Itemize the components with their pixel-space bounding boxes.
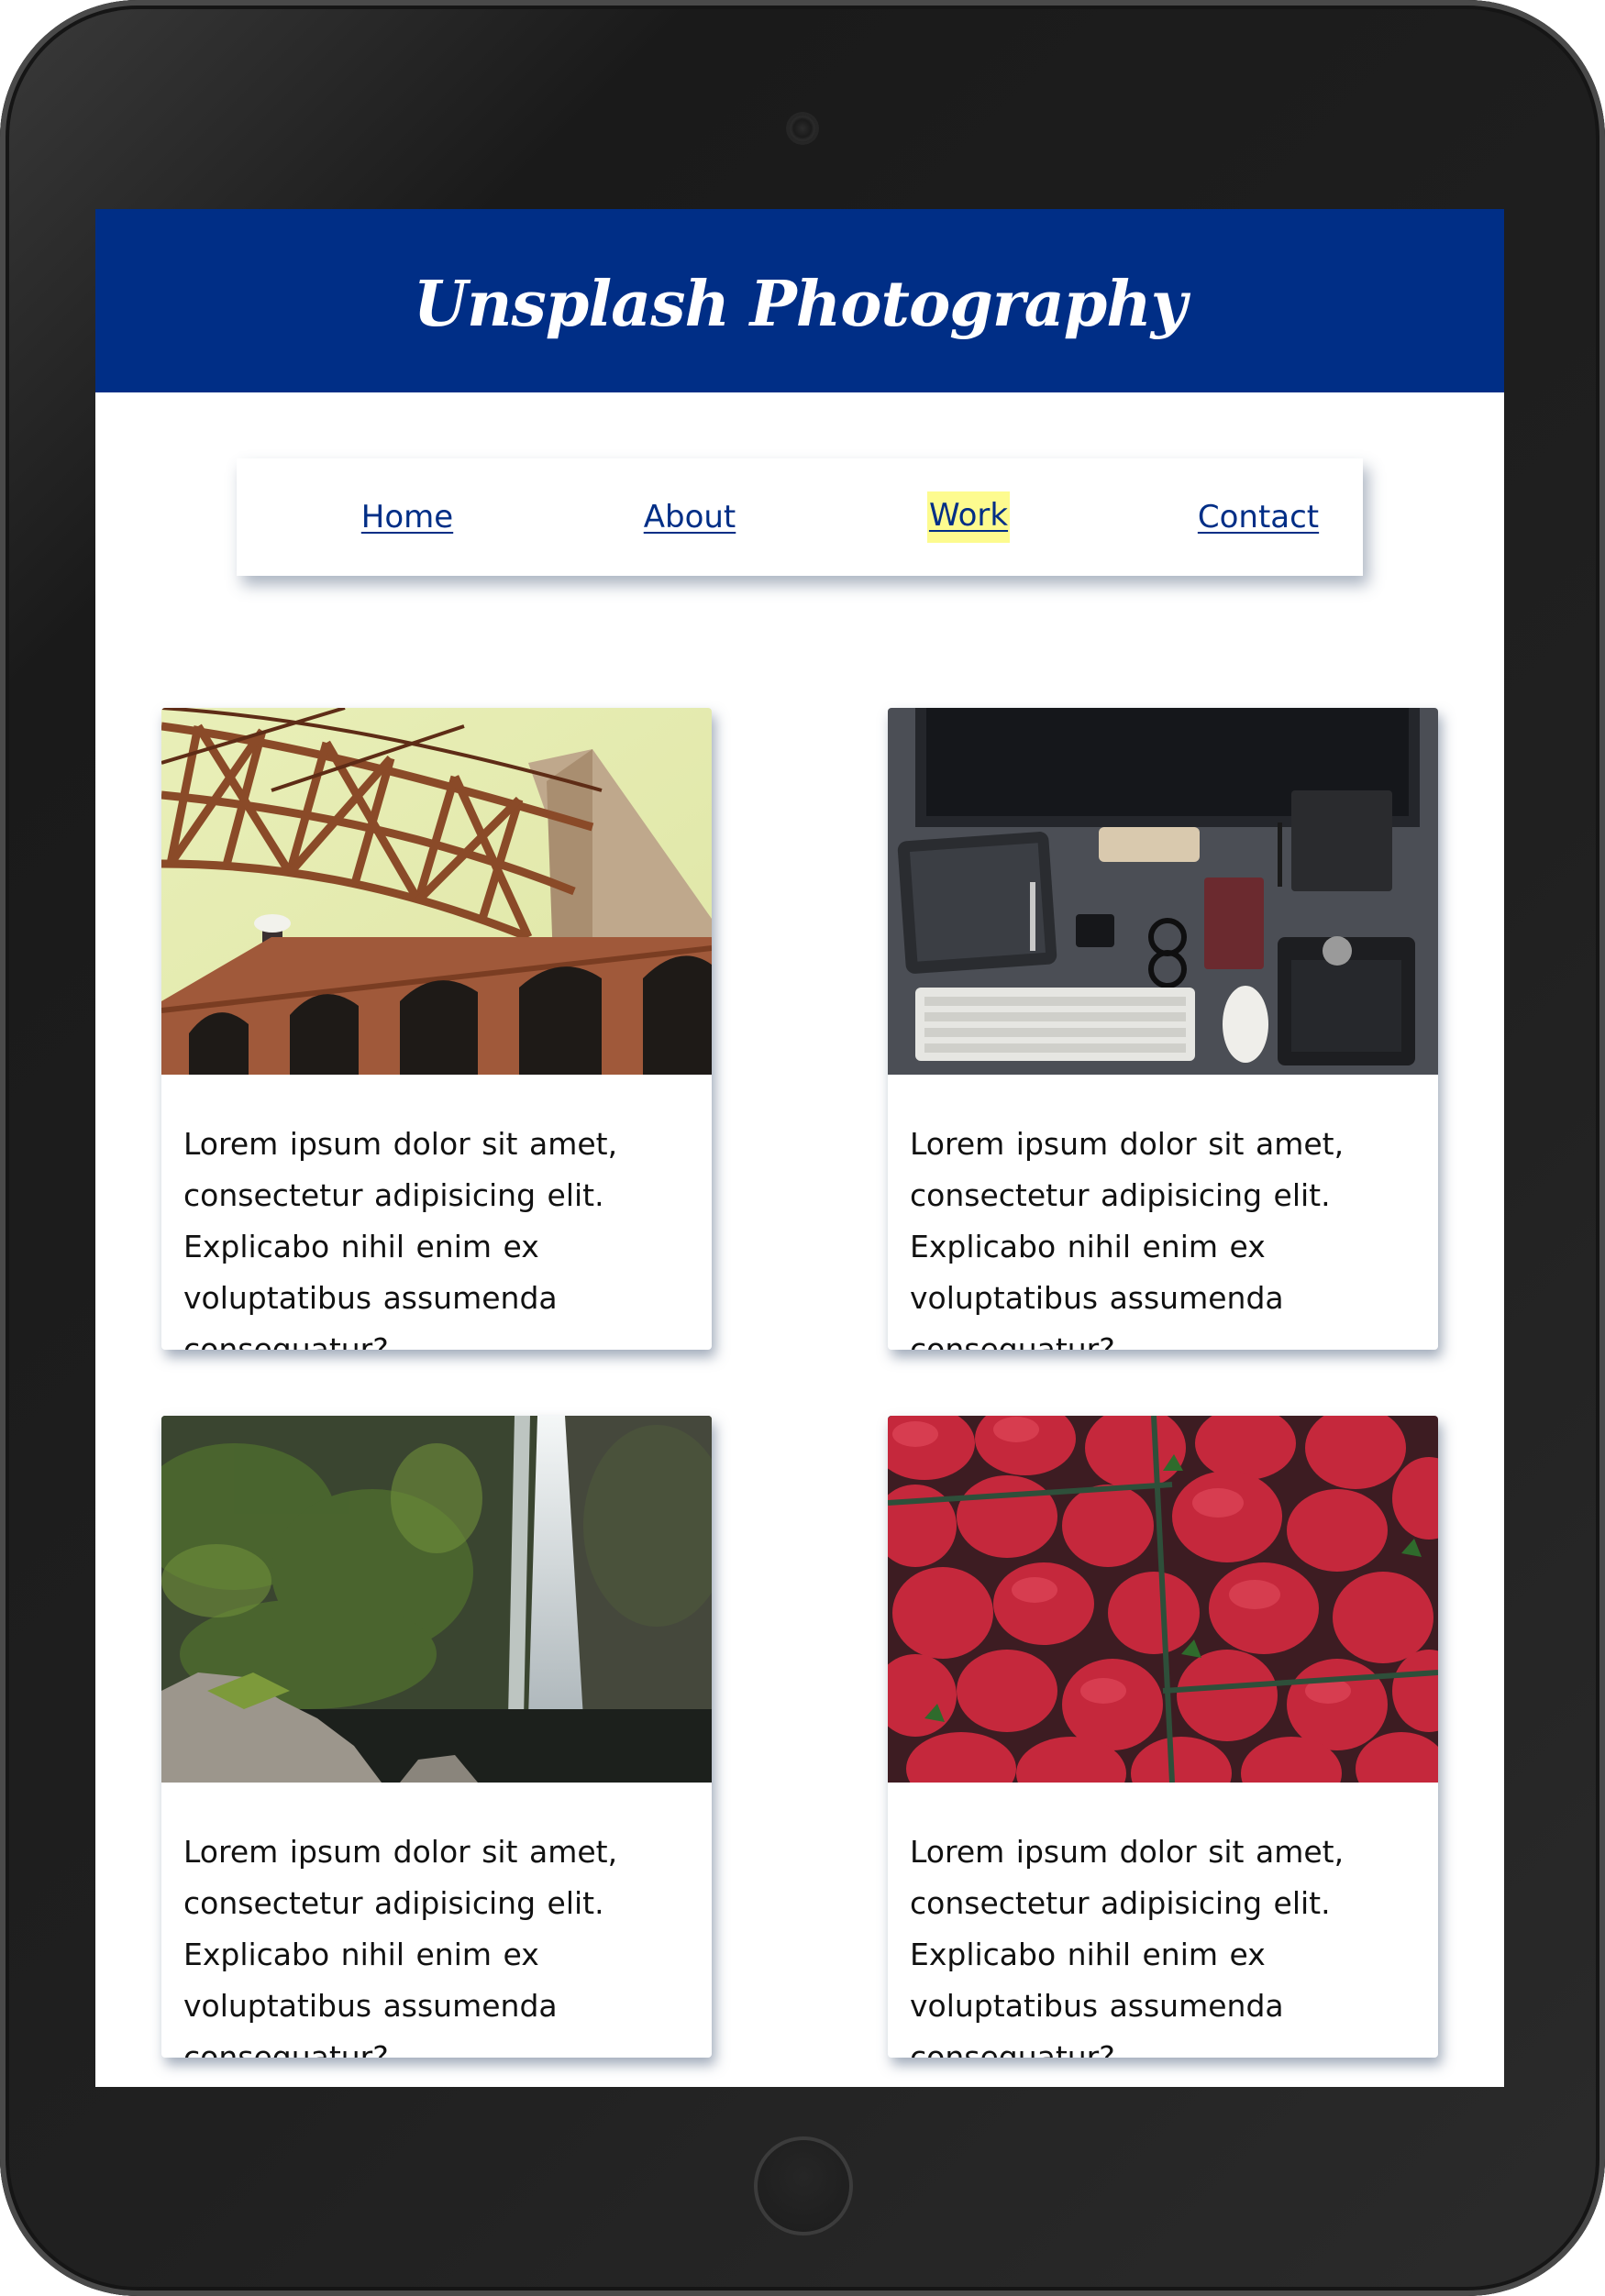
nav-link-work[interactable]: Work — [886, 458, 1051, 576]
home-button[interactable] — [754, 2136, 853, 2235]
card-text: Lorem ipsum dolor sit amet, consectetur … — [910, 1126, 1345, 1350]
card-text: Lorem ipsum dolor sit amet, consectetur … — [183, 1126, 618, 1350]
screen: Unsplash Photography Home About Work Con… — [95, 209, 1504, 2087]
nav-link-work-label: Work — [926, 491, 1011, 543]
site-title: Unsplash Photography — [413, 268, 1187, 341]
strawberries-photo — [888, 1416, 1438, 1783]
gallery-card: Lorem ipsum dolor sit amet, consectetur … — [161, 1416, 712, 2058]
card-text: Lorem ipsum dolor sit amet, consectetur … — [183, 1834, 618, 2058]
nav-link-home[interactable]: Home — [325, 458, 490, 576]
desk-workspace-photo — [888, 708, 1438, 1075]
gallery-card: Lorem ipsum dolor sit amet, consectetur … — [888, 708, 1438, 1350]
front-camera-icon — [789, 115, 816, 142]
main-nav: Home About Work Contact — [237, 458, 1363, 576]
site-header: Unsplash Photography — [95, 209, 1504, 392]
card-text: Lorem ipsum dolor sit amet, consectetur … — [910, 1834, 1345, 2058]
gallery-card: Lorem ipsum dolor sit amet, consectetur … — [888, 1416, 1438, 2058]
gallery-card: Lorem ipsum dolor sit amet, consectetur … — [161, 708, 712, 1350]
tablet-frame: Unsplash Photography Home About Work Con… — [0, 0, 1605, 2296]
bridge-photo — [161, 708, 712, 1075]
nav-link-about-label: About — [643, 499, 736, 535]
nav-link-home-label: Home — [360, 499, 454, 535]
nav-link-about[interactable]: About — [607, 458, 772, 576]
nav-link-contact-label: Contact — [1197, 499, 1320, 535]
waterfall-photo — [161, 1416, 712, 1783]
nav-link-contact[interactable]: Contact — [1167, 458, 1350, 576]
